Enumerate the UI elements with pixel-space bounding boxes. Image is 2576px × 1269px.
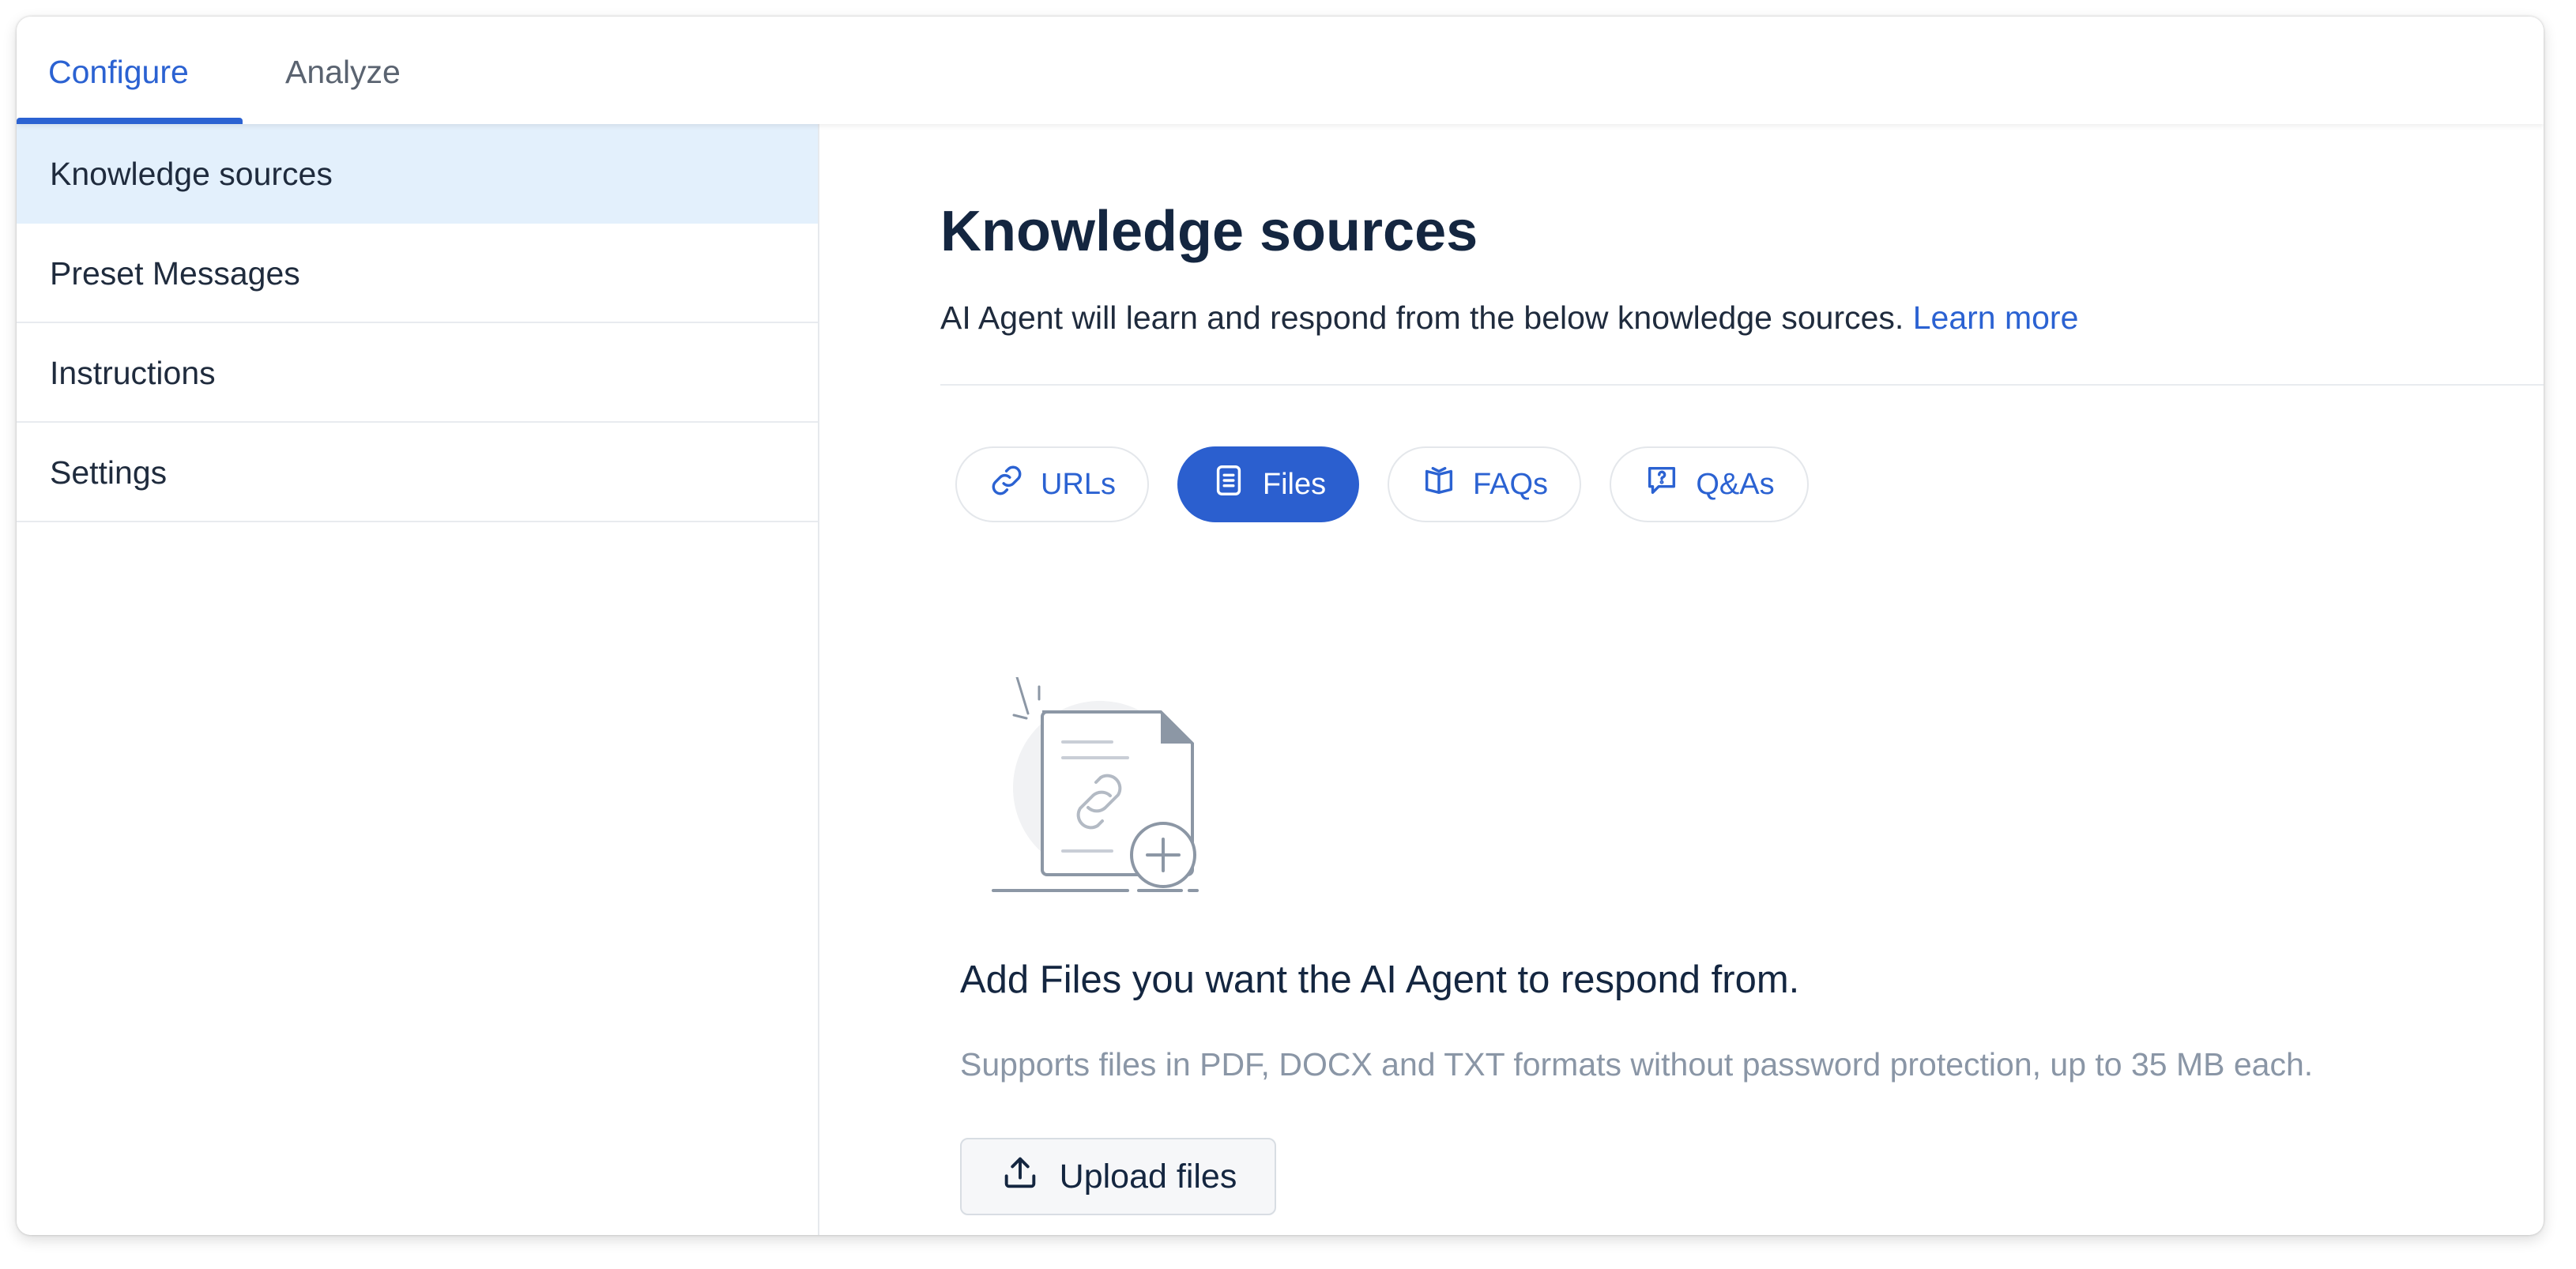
document-icon (1211, 462, 1247, 506)
divider (940, 384, 2544, 386)
source-tab-label: Q&As (1696, 467, 1775, 501)
source-tab-urls[interactable]: URLs (955, 446, 1149, 522)
sidebar-item-instructions[interactable]: Instructions (17, 323, 818, 423)
tab-configure[interactable]: Configure (48, 17, 189, 124)
page-title: Knowledge sources (940, 200, 1478, 263)
sidebar-item-knowledge-sources[interactable]: Knowledge sources (17, 124, 818, 224)
upload-files-button[interactable]: Upload files (960, 1138, 1276, 1215)
learn-more-link[interactable]: Learn more (1913, 299, 2079, 336)
subtitle-text: AI Agent will learn and respond from the… (940, 299, 1904, 336)
empty-files-illustration (970, 676, 1199, 898)
link-icon (989, 462, 1025, 506)
source-tab-label: FAQs (1472, 467, 1549, 501)
upload-icon (1000, 1152, 1041, 1202)
empty-state-description: Supports files in PDF, DOCX and TXT form… (960, 1046, 2314, 1083)
source-tab-faqs[interactable]: FAQs (1388, 446, 1581, 522)
source-tab-files[interactable]: Files (1177, 446, 1359, 522)
source-tab-label: URLs (1040, 467, 1117, 501)
question-bubble-icon (1644, 462, 1680, 506)
sidebar-item-settings[interactable]: Settings (17, 423, 818, 522)
main-content: Knowledge sources AI Agent will learn an… (819, 124, 2544, 1235)
page-subtitle: AI Agent will learn and respond from the… (940, 299, 2078, 337)
tab-analyze[interactable]: Analyze (285, 17, 401, 124)
sidebar-item-preset-messages[interactable]: Preset Messages (17, 224, 818, 323)
app-window: Configure Analyze Knowledge sources Pres… (17, 17, 2544, 1235)
active-tab-indicator (17, 118, 243, 124)
source-tab-label: Files (1262, 467, 1327, 501)
source-tab-qas[interactable]: Q&As (1610, 446, 1809, 522)
top-navigation: Configure Analyze (17, 17, 2544, 124)
sidebar: Knowledge sources Preset Messages Instru… (17, 124, 819, 1235)
upload-button-label: Upload files (1059, 1157, 1237, 1196)
empty-state-title: Add Files you want the AI Agent to respo… (960, 958, 1800, 1001)
book-icon (1421, 462, 1457, 506)
